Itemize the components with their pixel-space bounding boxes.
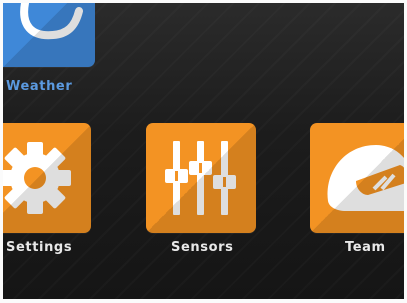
- gear-icon: [3, 142, 71, 214]
- sliders-icon: [165, 141, 236, 215]
- launcher-screen: Weather Settings Sensors Team: [3, 3, 404, 299]
- app-tile-sensors[interactable]: [146, 123, 256, 233]
- app-tile-settings[interactable]: [3, 123, 91, 233]
- app-label-weather[interactable]: Weather: [6, 79, 72, 94]
- cloud-icon: [20, 3, 83, 40]
- app-tile-weather[interactable]: [3, 3, 95, 67]
- app-label-sensors[interactable]: Sensors: [171, 240, 233, 255]
- app-label-team[interactable]: Team: [345, 240, 386, 255]
- helmet-icon: [327, 145, 404, 211]
- app-tile-team[interactable]: [310, 123, 404, 233]
- app-label-settings[interactable]: Settings: [6, 240, 72, 255]
